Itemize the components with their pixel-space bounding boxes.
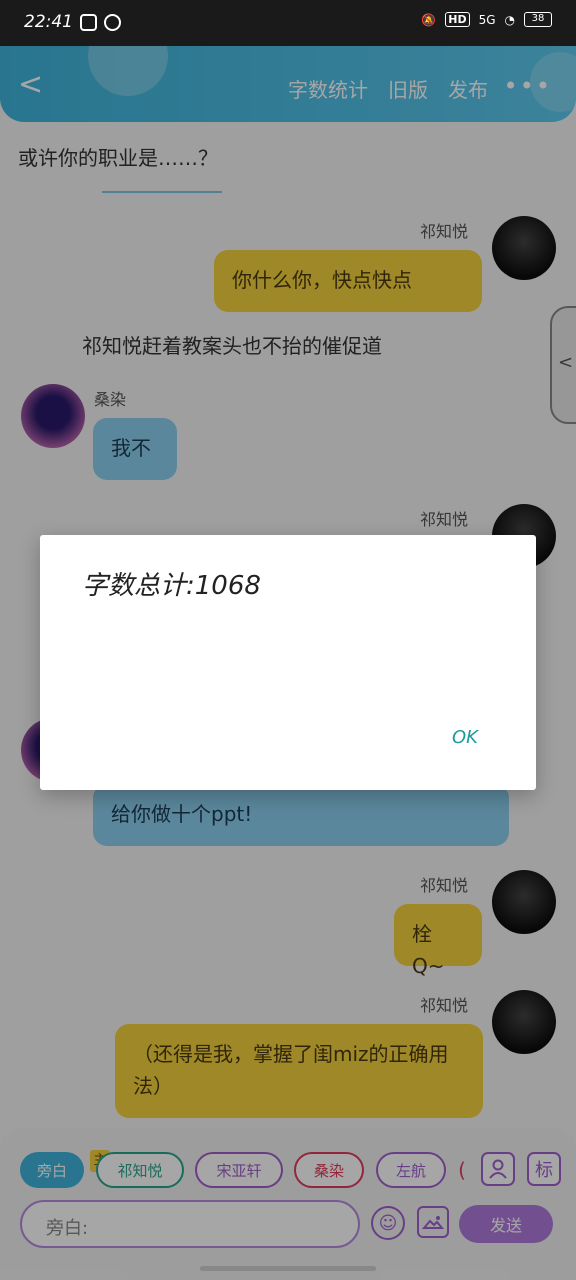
wifi-icon: ◔ — [504, 12, 515, 27]
ok-button[interactable]: OK — [452, 727, 478, 748]
hd-badge: HD — [445, 12, 470, 27]
network-label: 5G — [478, 12, 496, 27]
battery-icon: 38 — [524, 12, 552, 27]
mute-bell-icon: 🔕 — [421, 12, 437, 27]
dialog-message: 字数总计:1068 — [82, 571, 261, 601]
word-count-dialog: 字数总计:1068 OK — [40, 535, 536, 790]
gallery-icon — [80, 14, 97, 31]
status-indicators: 🔕 HD 5G ◔ 38 — [421, 12, 552, 27]
status-time: 22:41 — [24, 12, 73, 32]
home-indicator[interactable] — [200, 1266, 376, 1271]
status-bar: 22:41 🔕 HD 5G ◔ 38 — [0, 0, 576, 46]
wechat-icon — [104, 14, 121, 31]
